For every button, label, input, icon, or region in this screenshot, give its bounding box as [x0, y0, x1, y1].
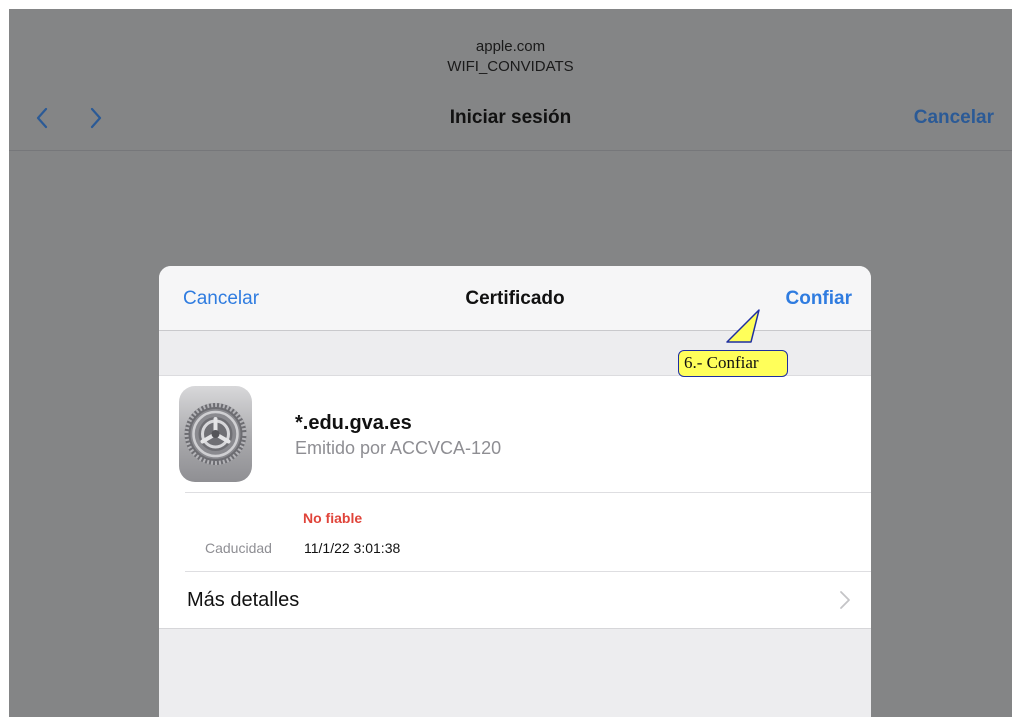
wifi-network-name: WIFI_CONVIDATS [447, 58, 574, 75]
chevron-right-icon [839, 590, 851, 610]
certificate-issuer: Emitido por ACCVCA-120 [295, 438, 502, 458]
sheet-title: Certificado [465, 288, 565, 309]
browser-cancel-button[interactable]: Cancelar [914, 107, 994, 129]
settings-gear-icon [179, 386, 252, 482]
expiry-label: Caducidad [205, 540, 272, 556]
certificate-card: *.edu.gva.es Emitido por ACCVCA-120 No f… [159, 375, 871, 629]
more-details-row[interactable]: Más detalles [159, 572, 871, 629]
page-title: Iniciar sesión [449, 107, 572, 128]
trust-button[interactable]: Confiar [786, 288, 853, 310]
trust-status-text: No fiable [303, 510, 363, 526]
more-details-label: Más detalles [187, 589, 300, 611]
device-screen: apple.com WIFI_CONVIDATS Iniciar sesión … [9, 9, 1012, 717]
expiry-value: 11/1/22 3:01:38 [304, 540, 401, 556]
divider [185, 492, 871, 493]
sheet-header: Cancelar Certificado Confiar [159, 266, 871, 331]
annotation-callout: 6.- Confiar [678, 350, 788, 377]
certificate-name: *.edu.gva.es [295, 412, 412, 434]
certificate-sheet: Cancelar Certificado Confiar *.edu.gva.e… [159, 266, 871, 717]
browser-top-bar: apple.com WIFI_CONVIDATS Iniciar sesión … [9, 9, 1012, 151]
page-domain: apple.com [475, 38, 546, 55]
